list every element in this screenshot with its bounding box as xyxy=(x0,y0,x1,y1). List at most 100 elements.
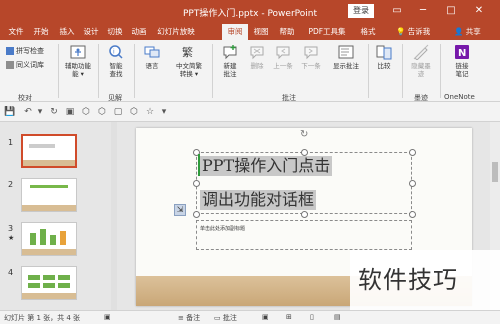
tab-help[interactable]: 帮助 xyxy=(276,24,298,40)
smart-lookup-button[interactable]: i 智能 查找 xyxy=(102,44,130,78)
undo-dropdown-icon[interactable]: ▾ xyxy=(34,106,46,118)
show-comments-button[interactable]: 显示批注 xyxy=(328,44,364,70)
title-line-2: 调出功能对话框 xyxy=(200,190,317,210)
onenote-group-label: OneNote xyxy=(444,93,475,101)
chinese-conversion-sub: 转换 ▾ xyxy=(179,70,199,78)
maximize-button[interactable]: □ xyxy=(440,3,462,19)
new-comment-button[interactable]: 新建 批注 xyxy=(216,44,244,78)
compare-button[interactable]: 比较 xyxy=(372,44,396,70)
slide-number: 1 xyxy=(8,138,14,147)
title-line-1: PPT操作入门点击 xyxy=(200,156,333,176)
animation-star-icon: ★ xyxy=(8,234,15,242)
resize-handle[interactable] xyxy=(409,211,416,218)
tab-insert[interactable]: 插入 xyxy=(56,24,78,40)
tab-pdf-tools[interactable]: PDF工具集 xyxy=(303,24,351,40)
scrollbar-thumb[interactable] xyxy=(492,162,498,182)
tab-slideshow[interactable]: 幻灯片放映 xyxy=(152,24,200,40)
slide-number: 3 xyxy=(8,224,14,233)
save-icon[interactable]: 💾 xyxy=(4,106,16,118)
shape-icon[interactable]: ⬡ xyxy=(80,106,92,118)
quick-access-toolbar: 💾 ↶ ▾ ↻ ▣ ⬡ ⬡ ▢ ⬡ ☆ ▾ xyxy=(0,102,500,122)
login-button[interactable]: 登录 xyxy=(348,4,374,18)
onenote-icon: N xyxy=(455,45,469,59)
picture-icon[interactable]: ▢ xyxy=(112,106,124,118)
slide-sorter-icon[interactable]: ⊞ xyxy=(286,313,292,321)
close-button[interactable]: ✕ xyxy=(468,3,490,19)
spelling-status-icon[interactable]: ▣ xyxy=(104,313,111,321)
resize-handle[interactable] xyxy=(301,211,308,218)
normal-view-icon[interactable]: ▣ xyxy=(262,313,269,321)
delete-comment-icon xyxy=(250,46,264,60)
hide-ink-button[interactable]: 隐藏墨 迹 xyxy=(406,44,436,78)
slide-thumbnail-2[interactable] xyxy=(21,178,77,212)
linked-notes-sub: 笔记 xyxy=(455,70,469,78)
spell-check-button[interactable]: 拼写检查 xyxy=(6,46,44,56)
spell-check-icon xyxy=(6,47,14,55)
ribbon-separator xyxy=(402,44,403,98)
ribbon-separator xyxy=(58,44,59,98)
ribbon-separator xyxy=(440,44,441,98)
slide-thumbnail-1[interactable] xyxy=(21,134,77,168)
slideshow-view-icon[interactable]: ▤ xyxy=(334,313,341,321)
ribbon-display-button[interactable]: ▭ xyxy=(386,3,408,19)
tab-animations[interactable]: 动画 xyxy=(128,24,150,40)
previous-comment-icon xyxy=(276,46,290,60)
shape-icon-3[interactable]: ⬡ xyxy=(128,106,140,118)
share-button[interactable]: 👤 共享 xyxy=(454,24,481,40)
next-comment-label: 下一条 xyxy=(301,62,321,70)
reading-view-icon[interactable]: ▯ xyxy=(310,313,314,321)
new-comment-label: 新建 xyxy=(223,62,237,70)
chinese-conversion-button[interactable]: 繁 中文简繁 转换 ▾ xyxy=(172,44,206,78)
slide-thumbnail-3[interactable] xyxy=(21,222,77,256)
delete-comment-button[interactable]: 删除 xyxy=(246,44,268,70)
tab-file[interactable]: 文件 xyxy=(4,24,28,40)
thumbnails-scrollbar[interactable] xyxy=(111,122,117,310)
watermark: 软件技巧 xyxy=(350,250,500,310)
layout-options-icon[interactable]: ⇲ xyxy=(174,204,186,216)
tab-transitions[interactable]: 切换 xyxy=(104,24,126,40)
subtitle-placeholder: 单击此处添加副标题 xyxy=(200,226,246,232)
ribbon-separator xyxy=(134,44,135,98)
comments-status-button[interactable]: ▭ 批注 xyxy=(214,313,237,323)
linked-notes-button[interactable]: N 链接 笔记 xyxy=(448,44,476,78)
resize-handle[interactable] xyxy=(193,211,200,218)
language-button[interactable]: 语言 xyxy=(138,44,166,70)
title-bar: PPT操作入门.pptx - PowerPoint 登录 ▭ ─ □ ✕ xyxy=(0,0,500,24)
resize-handle[interactable] xyxy=(409,149,416,156)
tell-me[interactable]: 💡 告诉我 xyxy=(396,24,430,40)
new-comment-sub: 批注 xyxy=(223,70,237,78)
resize-handle[interactable] xyxy=(301,149,308,156)
language-label: 语言 xyxy=(145,62,159,70)
slide-thumbnail-4[interactable] xyxy=(21,266,77,300)
slide-number: 2 xyxy=(8,180,14,189)
undo-icon[interactable]: ↶ xyxy=(22,106,34,118)
redo-icon[interactable]: ↻ xyxy=(48,106,60,118)
start-slideshow-icon[interactable]: ▣ xyxy=(64,106,76,118)
thesaurus-button[interactable]: 同义词库 xyxy=(6,60,44,70)
next-comment-icon xyxy=(304,46,318,60)
star-shape-icon[interactable]: ☆ xyxy=(144,106,156,118)
tell-me-label: 告诉我 xyxy=(407,27,431,36)
tab-design[interactable]: 设计 xyxy=(80,24,102,40)
smart-lookup-label: 智能 xyxy=(109,62,123,70)
delete-comment-label: 删除 xyxy=(250,62,264,70)
resize-handle[interactable] xyxy=(193,180,200,187)
new-comment-icon xyxy=(223,45,237,60)
tab-format[interactable]: 格式 xyxy=(356,24,380,40)
tab-review[interactable]: 审阅 xyxy=(222,24,248,40)
minimize-button[interactable]: ─ xyxy=(412,3,434,19)
rotate-handle-icon[interactable]: ↻ xyxy=(300,130,310,140)
smart-lookup-sub: 查找 xyxy=(109,70,123,78)
next-comment-button[interactable]: 下一条 xyxy=(298,44,324,70)
accessibility-icon xyxy=(70,45,86,59)
lightbulb-search-icon: i xyxy=(109,45,123,59)
tab-home[interactable]: 开始 xyxy=(30,24,52,40)
status-bar: 幻灯片 第 1 张，共 4 张 ▣ ≡ 备注 ▭ 批注 ▣ ⊞ ▯ ▤ xyxy=(0,310,500,324)
previous-comment-button[interactable]: 上一条 xyxy=(270,44,296,70)
notes-button[interactable]: ≡ 备注 xyxy=(178,313,200,323)
tab-view[interactable]: 视图 xyxy=(250,24,272,40)
shape-icon-2[interactable]: ⬡ xyxy=(96,106,108,118)
customize-toolbar-icon[interactable]: ▾ xyxy=(158,106,170,118)
accessibility-button[interactable]: 辅助功能 能 ▾ xyxy=(62,44,94,78)
resize-handle[interactable] xyxy=(409,180,416,187)
